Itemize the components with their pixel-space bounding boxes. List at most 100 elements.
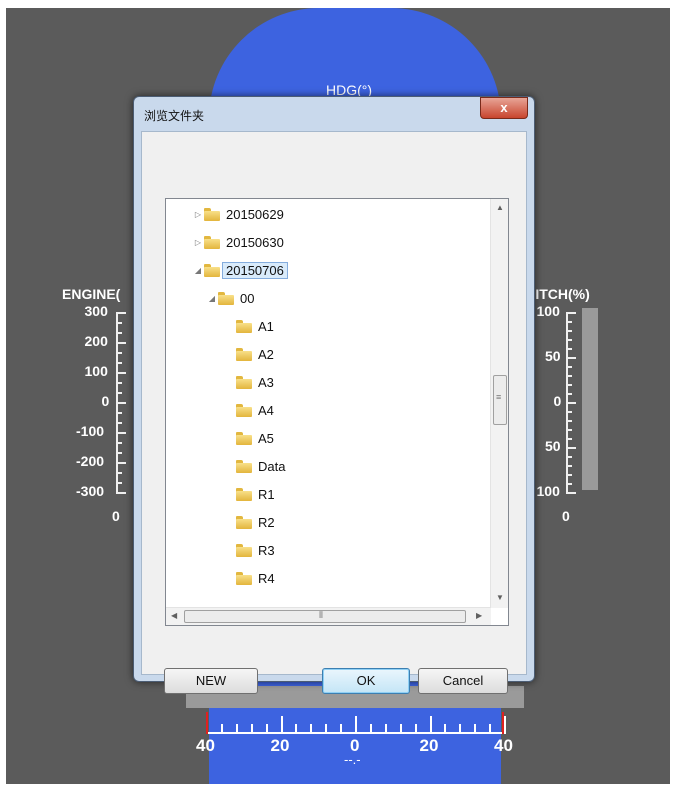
- pitch-bar: [582, 308, 598, 490]
- folder-icon: [236, 347, 252, 361]
- pitch-scale-line: [566, 312, 568, 492]
- expand-arrow-icon[interactable]: ▷: [192, 238, 204, 247]
- engine-tick-label: -300: [76, 483, 105, 499]
- tree-item-label: A4: [258, 402, 274, 418]
- bottom-minor-tick: [295, 724, 298, 734]
- tree-item[interactable]: R2: [224, 511, 275, 533]
- bottom-minor-tick: [444, 724, 447, 734]
- folder-icon: [236, 403, 252, 417]
- folder-icon: [236, 487, 252, 501]
- scroll-left-arrow-icon[interactable]: ◀: [171, 611, 177, 620]
- tree-item-label: 20150706: [222, 261, 288, 279]
- dialog-title: 浏览文件夹: [144, 109, 205, 123]
- cancel-button[interactable]: Cancel: [418, 668, 508, 694]
- bottom-minor-tick: [250, 724, 253, 734]
- left-limit-marker: [206, 712, 208, 734]
- bottom-minor-tick: [340, 724, 343, 734]
- tree-item[interactable]: ◢ 20150706: [192, 259, 288, 281]
- collapse-arrow-icon[interactable]: ◢: [206, 294, 218, 303]
- tree-item-label: R3: [258, 542, 275, 558]
- bottom-major-tick: [504, 716, 506, 734]
- tree-item-label: R4: [258, 570, 275, 586]
- tree-item[interactable]: A1: [224, 315, 274, 337]
- tree-item-label: R2: [258, 514, 275, 530]
- folder-icon: [204, 263, 220, 277]
- bottom-minor-tick: [414, 724, 417, 734]
- bottom-readout: --.-: [344, 752, 361, 767]
- engine-tick-label: -200: [76, 453, 105, 469]
- tree-item[interactable]: ◢ 00: [206, 287, 255, 309]
- tree-item[interactable]: A5: [224, 427, 274, 449]
- folder-icon: [204, 235, 220, 249]
- collapse-arrow-icon[interactable]: ◢: [192, 266, 204, 275]
- pitch-tick-label: 50: [545, 348, 561, 364]
- tree-item-label: 20150629: [226, 206, 284, 222]
- bottom-minor-tick: [325, 724, 328, 734]
- grip-icon: ≡: [496, 392, 502, 402]
- engine-minor-tick: [116, 492, 122, 494]
- bottom-tick-label: 20: [419, 736, 439, 755]
- tree-item[interactable]: R4: [224, 567, 275, 589]
- tree-item-label: A5: [258, 430, 274, 446]
- bottom-minor-tick: [265, 724, 268, 734]
- right-limit-marker: [502, 712, 504, 734]
- ok-button[interactable]: OK: [322, 668, 410, 694]
- expand-arrow-icon[interactable]: ▷: [192, 210, 204, 219]
- pitch-tick-label: 100: [536, 483, 560, 499]
- tree-item[interactable]: A4: [224, 399, 274, 421]
- engine-tick-label: 300: [84, 303, 108, 319]
- vertical-scroll-thumb[interactable]: ≡: [493, 375, 507, 425]
- folder-icon: [218, 291, 234, 305]
- browse-folder-dialog: 浏览文件夹 x ▷ 20150629 ▷ 20150630 ◢ 20150706 ◢ 00 A1…: [133, 96, 535, 694]
- tree-item-label: A1: [258, 318, 274, 334]
- horizontal-scroll-thumb[interactable]: ⦀: [184, 610, 466, 623]
- engine-title: ENGINE(: [62, 286, 121, 302]
- tree-item-label: A3: [258, 374, 274, 390]
- folder-icon: [236, 431, 252, 445]
- bottom-minor-tick: [235, 724, 238, 734]
- bottom-minor-tick: [459, 724, 462, 734]
- pitch-tick-label: 50: [545, 438, 561, 454]
- bottom-minor-tick: [369, 724, 372, 734]
- scroll-right-arrow-icon[interactable]: ▶: [476, 611, 482, 620]
- pitch-tick: [566, 492, 576, 494]
- bottom-major-tick: [429, 716, 432, 734]
- tree-item-label: 00: [240, 290, 255, 306]
- tree-item[interactable]: Data: [224, 455, 285, 477]
- tree-item[interactable]: R3: [224, 539, 275, 561]
- tree-item[interactable]: ▷ 20150629: [192, 203, 284, 225]
- bottom-minor-tick: [310, 724, 313, 734]
- new-button[interactable]: NEW: [164, 668, 258, 694]
- tree-item[interactable]: A2: [224, 343, 274, 365]
- tree-item-label: Data: [258, 458, 286, 474]
- bottom-minor-tick: [474, 724, 477, 734]
- close-button[interactable]: x: [480, 97, 528, 119]
- engine-scale-line: [116, 312, 118, 492]
- bottom-minor-tick: [220, 724, 223, 734]
- bottom-tick-label: 40: [196, 736, 215, 755]
- folder-icon: [236, 543, 252, 557]
- folder-tree[interactable]: ▷ 20150629 ▷ 20150630 ◢ 20150706 ◢ 00 A1 A2 A3 A4 A5…: [165, 198, 509, 626]
- tree-item-label: A2: [258, 346, 274, 362]
- folder-icon: [236, 319, 252, 333]
- folder-icon: [236, 515, 252, 529]
- engine-tick-label: 200: [84, 333, 108, 349]
- scroll-up-arrow-icon[interactable]: ▲: [496, 203, 504, 212]
- pitch-tick-label: 0: [553, 393, 562, 409]
- tree-item[interactable]: A3: [224, 371, 274, 393]
- engine-tick-label: 0: [101, 393, 110, 409]
- pitch-title: PITCH(%): [526, 286, 590, 302]
- folder-icon: [204, 207, 220, 221]
- bottom-minor-tick: [489, 724, 492, 734]
- horizontal-scrollbar[interactable]: ◀ ⦀ ▶: [166, 607, 491, 625]
- tree-item[interactable]: R1: [224, 483, 275, 505]
- engine-readout: 0: [112, 508, 120, 524]
- engine-tick-label: -100: [76, 423, 105, 439]
- bottom-tick-label: 40: [494, 736, 513, 755]
- tree-item-label: 20150630: [226, 234, 284, 250]
- scroll-down-arrow-icon[interactable]: ▼: [496, 593, 504, 602]
- pitch-readout: 0: [562, 508, 570, 524]
- vertical-scrollbar[interactable]: ▲ ≡ ▼: [490, 199, 508, 608]
- tree-item[interactable]: ▷ 20150630: [192, 231, 284, 253]
- bottom-major-tick: [280, 716, 283, 734]
